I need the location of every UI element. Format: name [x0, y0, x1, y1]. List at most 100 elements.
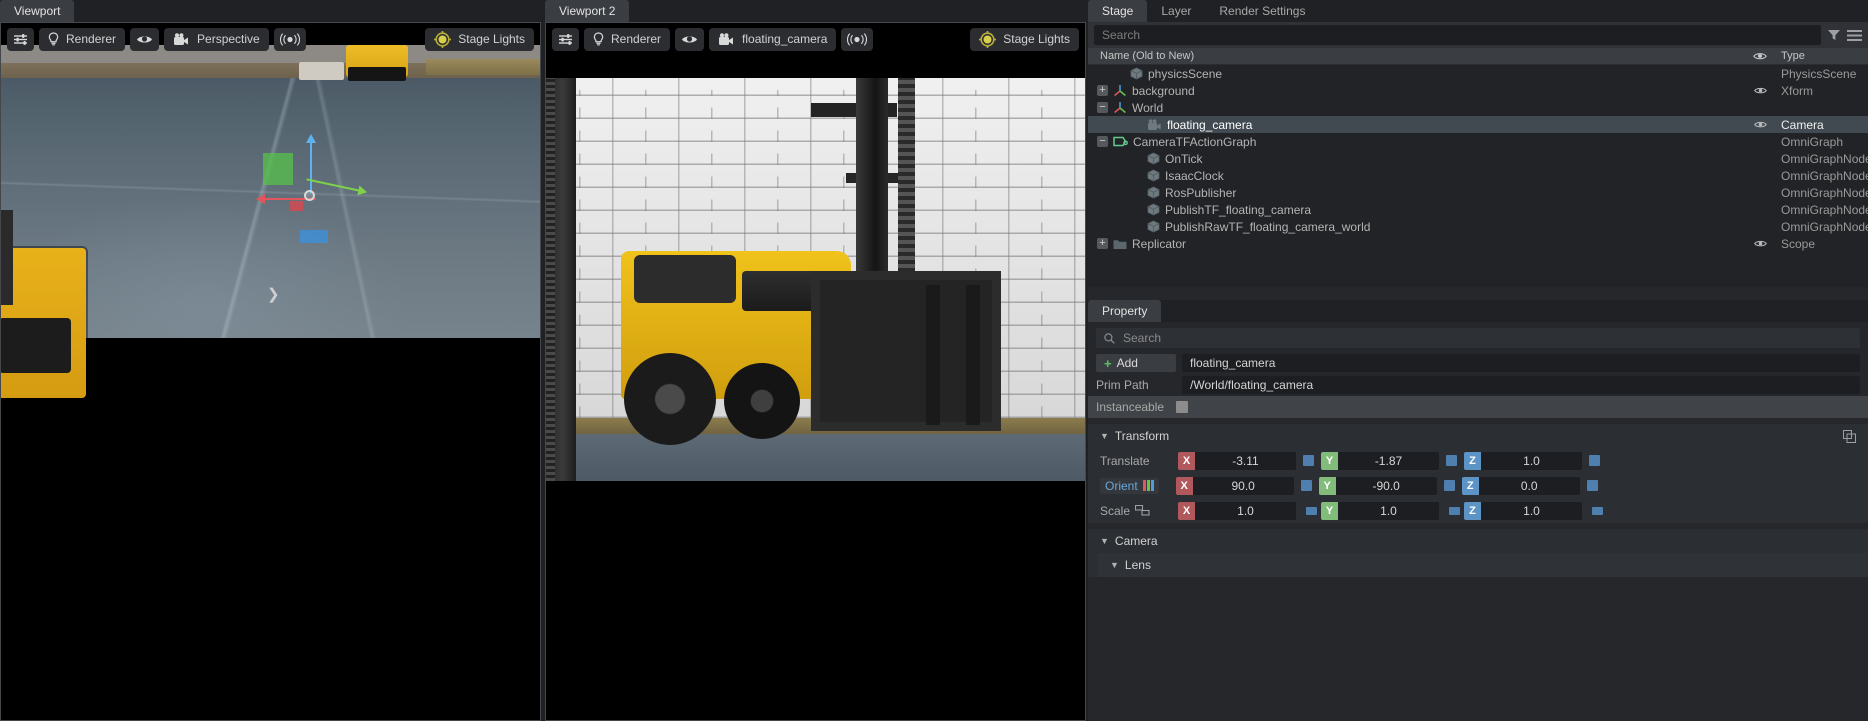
renderer-label-2: Renderer [611, 32, 662, 46]
axis-lock-y[interactable] [1446, 455, 1457, 466]
transform-row-translate: Translate X -3.11 Y -1.87 Z 1.0 [1088, 448, 1868, 473]
lens-header[interactable]: ▼ Lens [1098, 553, 1868, 577]
transform-orient-z-field[interactable]: 0.0 [1478, 476, 1580, 495]
transform-scale-y-field[interactable]: 1.0 [1338, 501, 1439, 520]
tab-viewport-2[interactable]: Viewport 2 [545, 0, 630, 22]
gizmo-plane-green[interactable] [263, 153, 293, 185]
stage-tree-row[interactable]: − CameraTFActionGraph OmniGraph [1088, 133, 1868, 150]
stage-tree-row[interactable]: − World [1088, 99, 1868, 116]
axis-lock-z[interactable] [1592, 506, 1603, 515]
scene-left-post [546, 78, 576, 481]
stage-tree[interactable]: physicsScene PhysicsScene + background Xform… [1088, 65, 1868, 287]
plus-icon: + [1104, 355, 1112, 371]
stage-tree-row[interactable]: PublishTF_floating_camera OmniGraphNode [1088, 201, 1868, 218]
viewport-2-body[interactable]: Renderer floating_camera Stage Lights [545, 22, 1086, 721]
transform-translate-z-field[interactable]: 1.0 [1481, 451, 1582, 470]
instanceable-checkbox[interactable] [1176, 401, 1188, 413]
transform-row-label[interactable]: Orient [1100, 477, 1159, 494]
add-button[interactable]: + Add [1096, 354, 1176, 372]
transform-header[interactable]: ▼ Transform [1088, 424, 1868, 448]
camera-selector-button[interactable]: Perspective [164, 27, 269, 51]
scene-forklift-near [1, 210, 86, 398]
axis-lock-x[interactable] [1300, 480, 1312, 491]
tab-property[interactable]: Property [1088, 300, 1162, 322]
transform-label-text: Translate [1100, 453, 1150, 468]
gizmo-axis-z[interactable] [306, 134, 316, 193]
camera-label-2: floating_camera [742, 32, 828, 46]
stage-row-type: OmniGraph [1781, 134, 1844, 149]
collapse-icon[interactable]: − [1097, 102, 1108, 113]
instanceable-label: Instanceable [1096, 400, 1165, 414]
transform-section: ▼ Transform Translate X -3.11 Y -1.87 Z 1.0 Ori… [1088, 424, 1868, 523]
visibility-toggle-icon[interactable] [1747, 86, 1773, 95]
expand-icon[interactable]: + [1097, 238, 1108, 249]
visibility-toggle-icon[interactable] [1747, 239, 1773, 248]
gizmo-center-handle[interactable] [304, 190, 315, 201]
transform-translate-x-field[interactable]: -3.11 [1195, 451, 1296, 470]
stage-tree-row[interactable]: IsaacClock OmniGraphNode [1088, 167, 1868, 184]
transform-orient-x-field[interactable]: 90.0 [1192, 476, 1294, 495]
stage-tree-row[interactable]: + Replicator Scope [1088, 235, 1868, 252]
transform-translate-y-field[interactable]: -1.87 [1338, 451, 1439, 470]
column-name-label[interactable]: Name (Old to New) [1088, 50, 1747, 62]
renderer-button[interactable]: Renderer [39, 27, 126, 51]
camera-icon [1147, 118, 1162, 131]
viewport-display-button[interactable] [130, 27, 160, 51]
collapse-icon[interactable]: − [1097, 136, 1108, 147]
search-icon [1104, 332, 1115, 344]
stage-row-label: IsaacClock [1165, 168, 1224, 183]
axis-badge-x: X [1178, 451, 1195, 470]
expand-icon[interactable]: + [1097, 85, 1108, 96]
transform-scale-x-field[interactable]: 1.0 [1195, 501, 1296, 520]
axis-lock-y[interactable] [1449, 506, 1460, 515]
stage-tree-row[interactable]: PublishRawTF_floating_camera_world OmniGr… [1088, 218, 1868, 235]
gizmo-plane-blue[interactable] [300, 230, 328, 243]
tab-stage[interactable]: Stage [1088, 0, 1148, 22]
stage-tree-row[interactable]: + background Xform [1088, 82, 1868, 99]
tab-render-settings[interactable]: Render Settings [1205, 0, 1320, 22]
viewport-1-body[interactable]: ❯ Renderer Perspective Stage Lights [0, 22, 541, 721]
renderer-button-2[interactable]: Renderer [584, 27, 671, 51]
axis-lock-x[interactable] [1303, 455, 1314, 466]
stage-row-name-cell: − CameraTFActionGraph [1088, 135, 1747, 149]
filter-icon[interactable] [1827, 28, 1841, 42]
stage-search-input[interactable]: Search [1094, 25, 1821, 45]
audio-button-2[interactable] [841, 27, 874, 51]
property-search-input[interactable]: Search [1096, 328, 1860, 348]
camera-selector-button-2[interactable]: floating_camera [709, 27, 837, 51]
property-name-row: + Add floating_camera [1096, 352, 1860, 374]
axis-lock-x[interactable] [1306, 506, 1317, 515]
viewport-2-display-button[interactable] [675, 27, 705, 51]
stage-row-name-cell: floating_camera [1088, 118, 1747, 132]
reset-transform-icon[interactable] [1843, 429, 1856, 443]
stage-lights-button[interactable]: Stage Lights [425, 27, 534, 51]
stage-search-placeholder: Search [1102, 28, 1141, 42]
transform-orient-y-field[interactable]: -90.0 [1335, 476, 1437, 495]
viewport-settings-button[interactable] [7, 27, 34, 51]
stage-row-type: OmniGraphNode [1781, 219, 1868, 234]
camera-title: Camera [1114, 534, 1158, 548]
viewport-2-settings-button[interactable] [552, 27, 579, 51]
hamburger-icon[interactable] [1847, 29, 1862, 42]
axis-lock-z[interactable] [1589, 455, 1600, 466]
axis-lock-y[interactable] [1443, 480, 1455, 491]
tab-layer[interactable]: Layer [1147, 0, 1206, 22]
column-type-label[interactable]: Type [1773, 50, 1868, 62]
stage-tree-row[interactable]: physicsScene PhysicsScene [1088, 65, 1868, 82]
tab-viewport[interactable]: Viewport [0, 0, 75, 22]
audio-button[interactable] [273, 27, 306, 51]
transform-scale-z-field[interactable]: 1.0 [1481, 501, 1582, 520]
visibility-toggle-icon[interactable] [1747, 120, 1773, 129]
camera-header[interactable]: ▼ Camera [1088, 529, 1868, 553]
stage-tree-row[interactable]: RosPublisher OmniGraphNode [1088, 184, 1868, 201]
stage-tree-row[interactable]: floating_camera Camera [1088, 116, 1868, 133]
gizmo-plane-red[interactable] [290, 201, 303, 211]
axis-lock-z[interactable] [1586, 480, 1598, 491]
viewport-expand-chevron[interactable]: ❯ [267, 285, 280, 303]
prim-path-field[interactable]: /World/floating_camera [1182, 376, 1860, 394]
scene-floor-2 [546, 434, 1085, 481]
prim-name-field[interactable]: floating_camera [1182, 354, 1860, 372]
stage-tree-row[interactable]: OnTick OmniGraphNode [1088, 150, 1868, 167]
stage-lights-button-2[interactable]: Stage Lights [970, 27, 1079, 51]
